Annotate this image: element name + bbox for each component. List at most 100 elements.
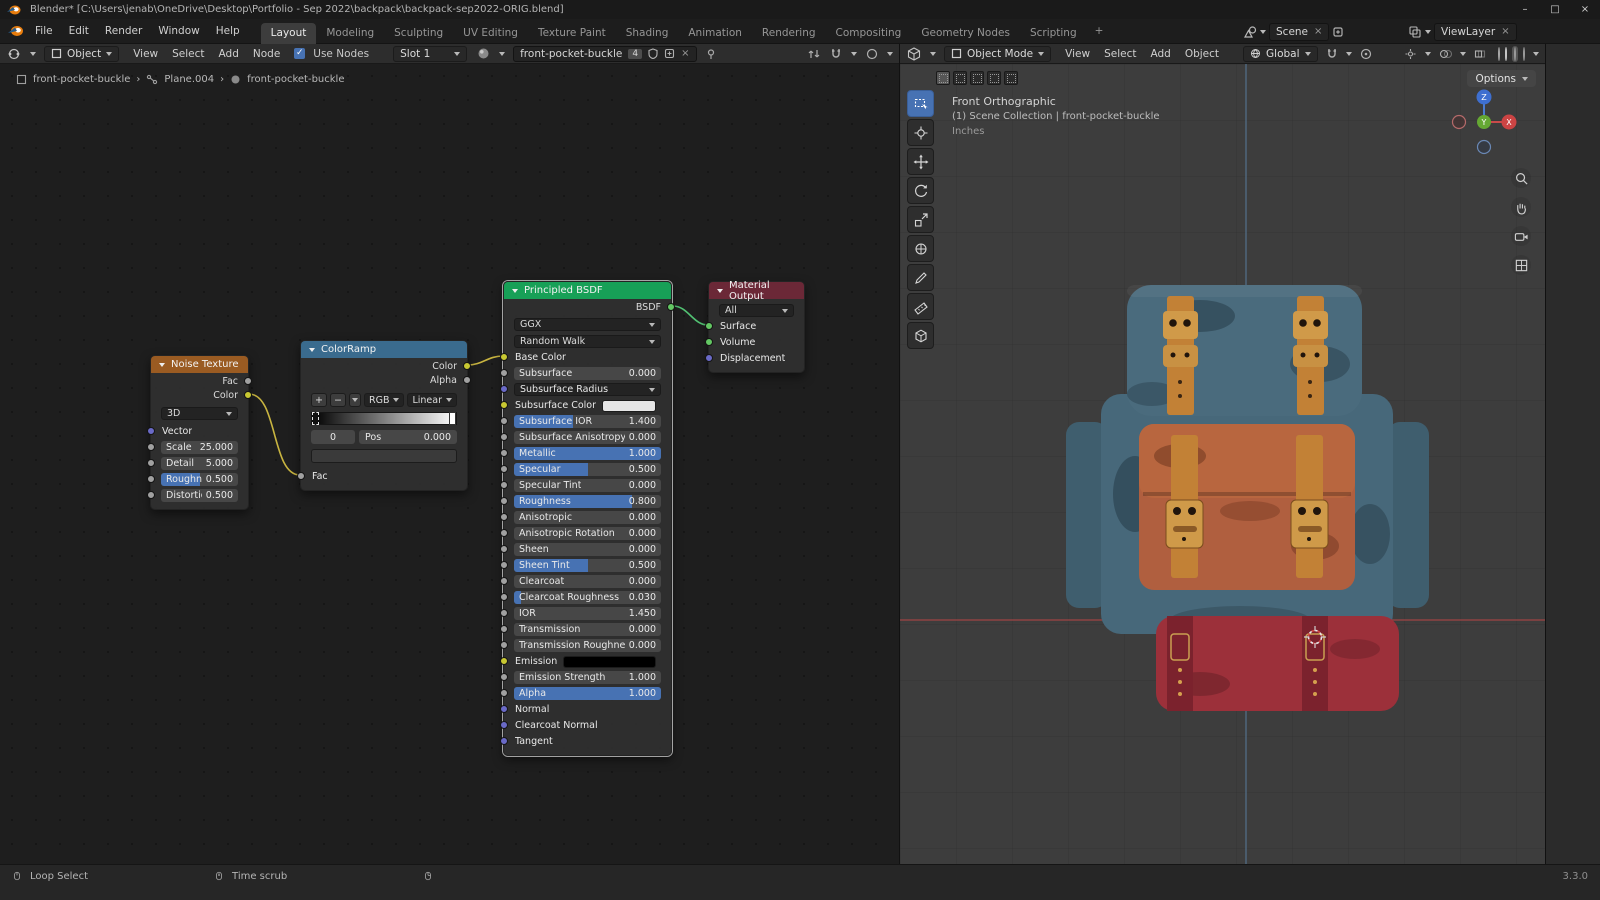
add-stop-button[interactable]: + (311, 393, 327, 407)
input-socket[interactable] (147, 443, 155, 451)
bsdf-param-row[interactable]: Subsurface Anisotropy 0.000 (514, 431, 661, 444)
node-header[interactable]: ColorRamp (301, 341, 467, 358)
shading-rendered-icon[interactable] (1523, 48, 1525, 60)
new-material-icon[interactable] (664, 48, 675, 59)
output-socket[interactable] (463, 362, 471, 370)
workspace-tab[interactable]: Texture Paint (528, 23, 616, 44)
input-socket[interactable] (500, 561, 508, 569)
input-socket[interactable] (500, 433, 508, 441)
minimize-button[interactable]: – (1510, 0, 1540, 19)
tool-annotate[interactable] (907, 264, 934, 291)
backpack-model[interactable] (1066, 285, 1429, 711)
input-socket[interactable] (500, 449, 508, 457)
snap-magnet-icon[interactable] (1326, 48, 1338, 60)
color-swatch[interactable] (563, 656, 656, 668)
bsdf-param-row[interactable]: Sheen 0.000 (514, 543, 661, 556)
bsdf-param-row[interactable]: Base Color (514, 351, 661, 364)
bsdf-param-row[interactable]: Sheen Tint 0.500 (514, 559, 661, 572)
editor-type-icon[interactable] (906, 46, 922, 62)
bsdf-param-row[interactable]: Subsurface Color (514, 399, 661, 412)
input-socket[interactable] (500, 401, 508, 409)
input-socket[interactable] (500, 369, 508, 377)
menu-item[interactable]: Help (209, 22, 247, 40)
input-socket[interactable] (147, 427, 155, 435)
chevron-down-icon[interactable] (30, 52, 36, 56)
add-workspace-button[interactable]: + (1087, 21, 1112, 42)
overlays-icon[interactable] (866, 48, 878, 60)
snap-options-chevron-icon[interactable] (851, 52, 857, 56)
remove-stop-button[interactable]: − (330, 393, 346, 407)
unlink-material-icon[interactable]: × (681, 48, 689, 59)
input-socket[interactable] (500, 625, 508, 633)
chevron-down-icon[interactable] (1260, 30, 1266, 34)
menu-item[interactable]: Node (247, 46, 286, 62)
bsdf-param-row[interactable]: Clearcoat Roughness 0.030 (514, 591, 661, 604)
bsdf-param-row[interactable]: Transmission Roughness 0.000 (514, 639, 661, 652)
colorramp-node[interactable]: ColorRamp Color Alpha (300, 340, 468, 491)
unlink-scene-icon[interactable]: × (1314, 26, 1322, 37)
tool-move[interactable] (907, 148, 934, 175)
workspace-tab[interactable]: Sculpting (384, 23, 453, 44)
gizmo-z-negative[interactable] (1478, 141, 1491, 154)
shading-wireframe-icon[interactable] (1498, 48, 1500, 60)
select-mode-button[interactable] (1004, 71, 1018, 85)
tool-transform[interactable] (907, 235, 934, 262)
input-socket[interactable] (500, 737, 508, 745)
material-slot-dropdown[interactable]: Slot 1 (393, 46, 467, 62)
input-socket[interactable] (500, 545, 508, 553)
distribution-dropdown[interactable]: GGX (514, 318, 661, 331)
input-socket[interactable] (147, 491, 155, 499)
bsdf-param-row[interactable]: Specular 0.500 (514, 463, 661, 476)
input-socket[interactable] (705, 354, 713, 362)
input-socket[interactable] (500, 705, 508, 713)
ramp-stop-black[interactable] (312, 412, 319, 425)
input-socket[interactable] (705, 338, 713, 346)
collapse-icon[interactable] (512, 289, 518, 293)
node-param-slider[interactable]: Roughness 0.500 (161, 473, 238, 486)
input-socket[interactable] (500, 593, 508, 601)
select-mode-button[interactable] (970, 71, 984, 85)
show-gizmo-icon[interactable] (1404, 48, 1417, 60)
bsdf-param-row[interactable]: Normal (514, 703, 661, 716)
viewport-canvas[interactable]: Options Front Orthographic (1) Scene Col… (900, 64, 1546, 864)
shader-type-dropdown[interactable]: Object (44, 46, 119, 62)
chevron-down-icon[interactable] (930, 52, 936, 56)
input-socket[interactable] (500, 689, 508, 697)
menu-item[interactable]: Edit (62, 22, 96, 40)
workspace-tab[interactable]: Shading (616, 23, 679, 44)
options-button[interactable]: Options (1467, 70, 1536, 87)
menu-item[interactable]: View (127, 46, 164, 62)
bsdf-param-row[interactable]: Transmission 0.000 (514, 623, 661, 636)
xray-toggle-icon[interactable] (1474, 48, 1486, 60)
menu-item[interactable]: Select (1098, 46, 1142, 62)
transform-orientation-dropdown[interactable]: Global (1243, 46, 1318, 62)
use-nodes-checkbox[interactable] (294, 48, 305, 59)
output-socket[interactable] (244, 391, 252, 399)
shading-chevron-icon[interactable] (1533, 52, 1539, 56)
node-header[interactable]: Noise Texture (151, 356, 248, 373)
menu-item[interactable]: Object (1179, 46, 1225, 62)
snap-options-chevron-icon[interactable] (1346, 52, 1352, 56)
gizmo-chevron-icon[interactable] (1425, 52, 1431, 56)
menu-item[interactable]: Add (213, 46, 245, 62)
color-ramp-gradient[interactable] (311, 412, 457, 425)
bsdf-param-row[interactable]: Subsurface Radius (514, 383, 661, 396)
mode-dropdown[interactable]: Object Mode (944, 46, 1051, 62)
node-param-slider[interactable]: Distortion 0.500 (161, 489, 238, 502)
output-socket[interactable] (244, 377, 252, 385)
color-mode-dropdown[interactable]: RGB (364, 393, 404, 407)
workspace-tab[interactable]: Geometry Nodes (911, 23, 1020, 44)
input-socket[interactable] (147, 475, 155, 483)
noise-texture-node[interactable]: Noise Texture Fac Color (150, 355, 249, 510)
ramp-stop-white[interactable] (449, 412, 456, 425)
menu-item[interactable]: View (1059, 46, 1096, 62)
material-name-field[interactable]: front-pocket-buckle 4 × (513, 46, 696, 62)
select-mode-button[interactable] (936, 71, 950, 85)
workspace-tab[interactable]: Animation (678, 23, 752, 44)
zoom-icon[interactable] (1511, 168, 1531, 188)
input-socket[interactable] (500, 529, 508, 537)
tool-select-box[interactable] (907, 90, 934, 117)
overlays-chevron-icon[interactable] (887, 52, 893, 56)
editor-type-icon[interactable] (6, 46, 22, 62)
material-output-node[interactable]: Material Output All Surface (708, 281, 805, 373)
